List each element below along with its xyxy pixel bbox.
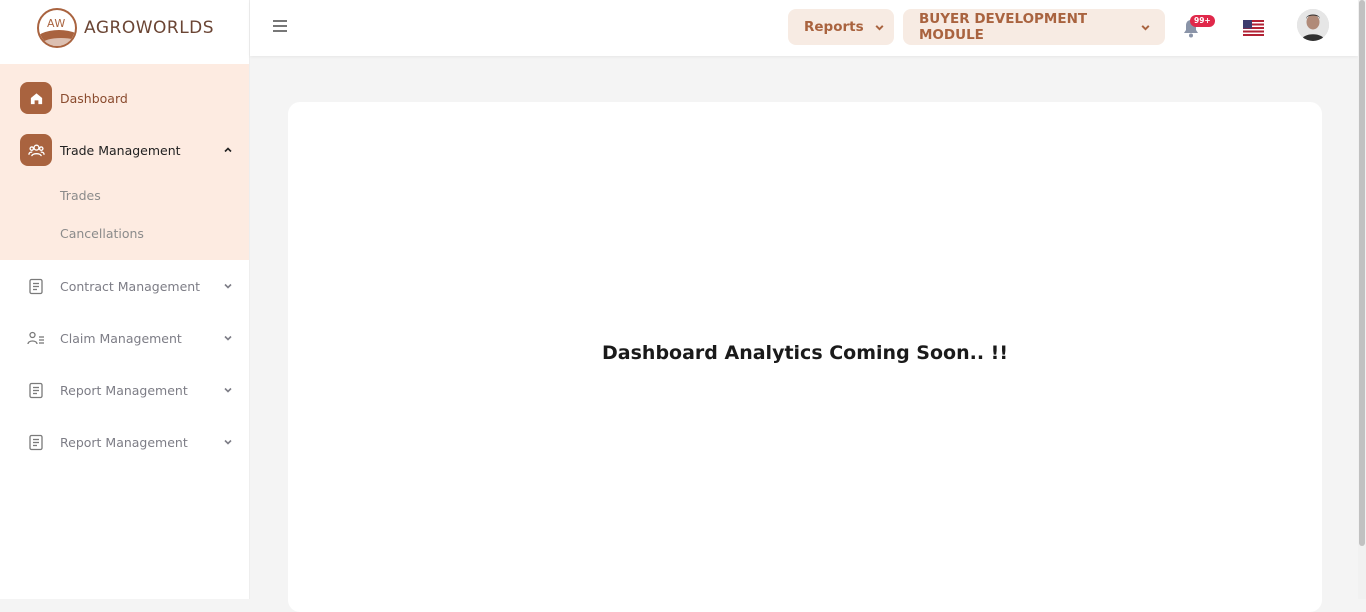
coming-soon-message: Dashboard Analytics Coming Soon.. !! (602, 342, 1008, 364)
chevron-down-icon[interactable] (221, 435, 235, 449)
chevron-up-icon[interactable] (221, 143, 235, 157)
sidebar-item-label: Dashboard (60, 90, 128, 106)
document-icon (20, 374, 52, 406)
sidebar-item-label: Report Management (60, 434, 188, 450)
reports-dropdown[interactable]: Reports (788, 9, 894, 45)
brand[interactable]: AW AGROWORLDS (0, 0, 249, 56)
notification-badge: 99+ (1190, 15, 1215, 27)
chevron-down-icon[interactable] (221, 383, 235, 397)
chevron-down-icon[interactable] (221, 331, 235, 345)
sidebar-item-trade-management[interactable]: Trade Management (0, 124, 249, 176)
chevron-down-icon (1140, 22, 1151, 33)
us-flag-icon[interactable] (1243, 20, 1264, 36)
topbar: Reports BUYER DEVELOPMENT MODULE 99+ (250, 0, 1358, 56)
sidebar-item-label: Report Management (60, 382, 188, 398)
module-dropdown[interactable]: BUYER DEVELOPMENT MODULE (903, 9, 1165, 45)
logo-field-highlight (43, 38, 75, 46)
chevron-down-icon (874, 22, 885, 33)
module-label: BUYER DEVELOPMENT MODULE (919, 11, 1088, 43)
active-nav-group: Dashboard Trade Management Trades Cancel… (0, 64, 249, 260)
scrollbar-thumb[interactable] (1359, 0, 1365, 546)
users-icon (20, 134, 52, 166)
home-icon (20, 82, 52, 114)
sidebar-subitem-trades[interactable]: Trades (0, 176, 249, 214)
sidebar-subitem-cancellations[interactable]: Cancellations (0, 214, 249, 252)
sidebar-item-label: Claim Management (60, 330, 182, 346)
page-scrollbar[interactable] (1358, 0, 1366, 599)
sidebar-item-contract-management[interactable]: Contract Management (0, 260, 249, 312)
sidebar: AW AGROWORLDS Dashboard Trade Management… (0, 0, 250, 599)
sidebar-item-label: Contract Management (60, 278, 201, 294)
brand-name: AGROWORLDS (84, 18, 215, 38)
document-icon (20, 270, 52, 302)
sidebar-item-dashboard[interactable]: Dashboard (0, 72, 249, 124)
avatar[interactable] (1297, 9, 1329, 41)
sidebar-item-claim-management[interactable]: Claim Management (0, 312, 249, 364)
chevron-down-icon[interactable] (221, 279, 235, 293)
agroworlds-logo: AW (37, 8, 77, 48)
dashboard-card: Dashboard Analytics Coming Soon.. !! (288, 102, 1322, 612)
menu-toggle-icon[interactable] (272, 18, 290, 36)
reports-label: Reports (804, 19, 864, 35)
document-icon (20, 426, 52, 458)
sidebar-item-label: Trade Management (60, 142, 181, 158)
sidebar-item-report-management[interactable]: Report Management (0, 364, 249, 416)
user-list-icon (20, 322, 52, 354)
sidebar-item-report-management-2[interactable]: Report Management (0, 416, 249, 468)
logo-initials: AW (47, 17, 66, 30)
